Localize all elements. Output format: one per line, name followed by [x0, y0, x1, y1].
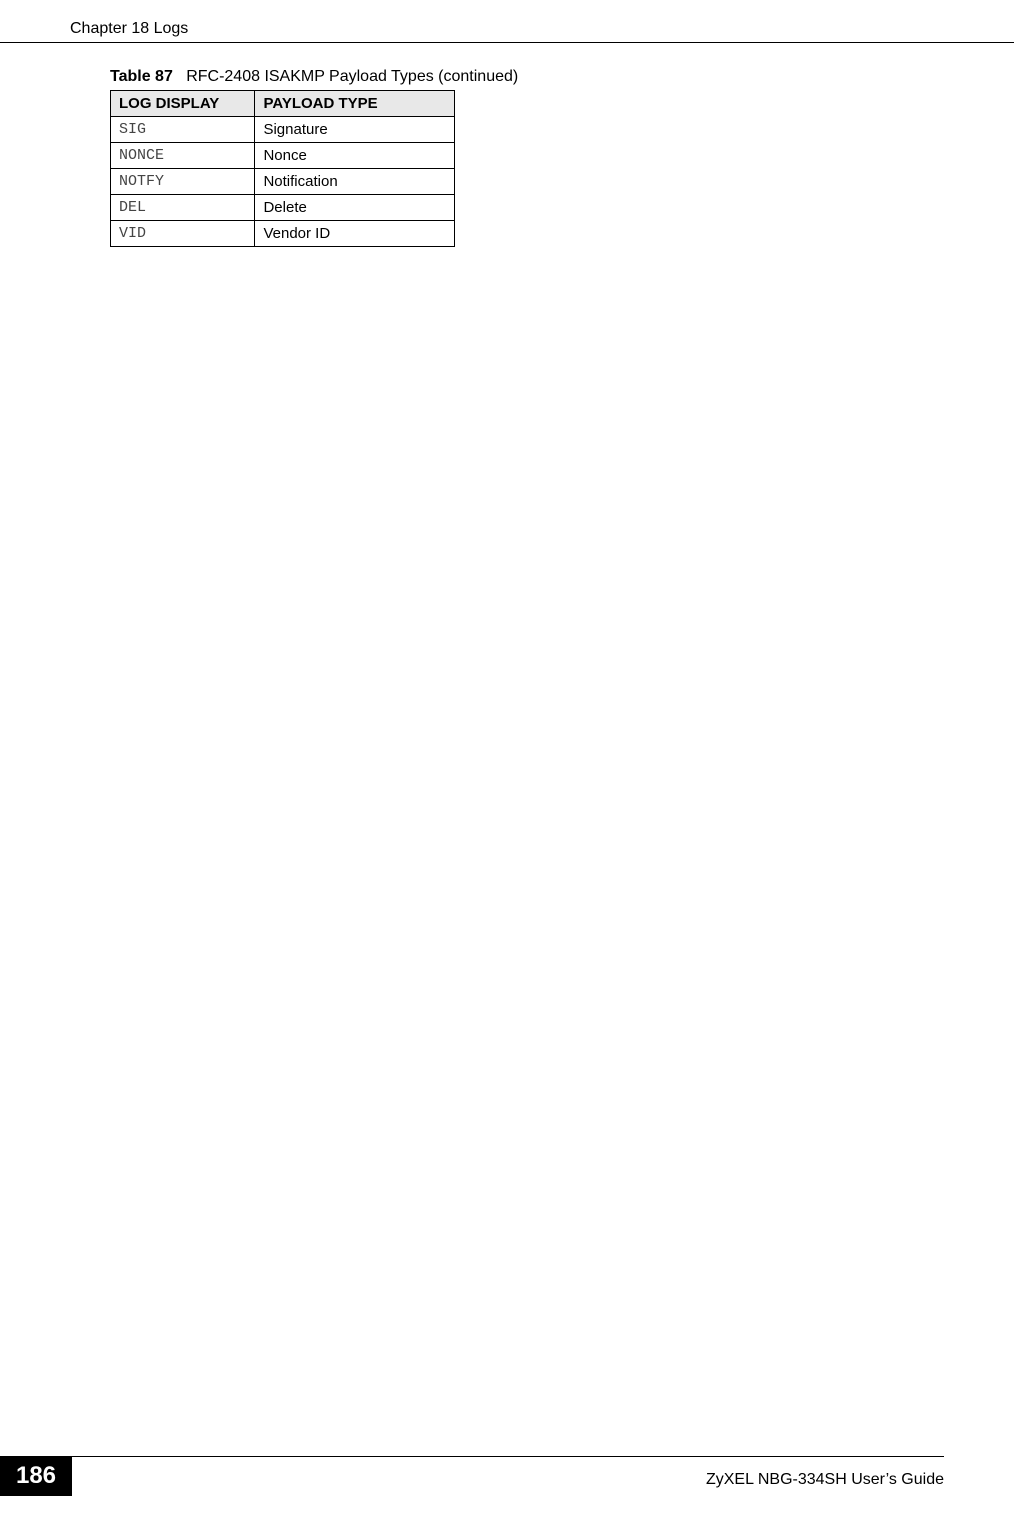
table-row: DEL Delete	[111, 195, 455, 221]
cell-payload: Delete	[255, 195, 455, 221]
chapter-title: Chapter 18 Logs	[70, 20, 188, 38]
cell-log: DEL	[111, 195, 255, 221]
cell-payload: Signature	[255, 117, 455, 143]
table-title: RFC-2408 ISAKMP Payload Types (continued…	[186, 68, 518, 85]
page-container: Chapter 18 Logs Table 87 RFC-2408 ISAKMP…	[0, 0, 1014, 1524]
footer-line: 186 ZyXEL NBG-334SH User’s Guide	[70, 1456, 944, 1496]
table-row: NONCE Nonce	[111, 143, 455, 169]
payload-types-table: LOG DISPLAY PAYLOAD TYPE SIG Signature N…	[110, 90, 455, 247]
guide-name: ZyXEL NBG-334SH User’s Guide	[706, 1465, 944, 1489]
header-payload-type: PAYLOAD TYPE	[255, 91, 455, 117]
table-caption: Table 87 RFC-2408 ISAKMP Payload Types (…	[110, 68, 1014, 86]
content-area: Table 87 RFC-2408 ISAKMP Payload Types (…	[0, 43, 1014, 247]
cell-payload: Vendor ID	[255, 221, 455, 247]
page-header: Chapter 18 Logs	[0, 0, 1014, 43]
page-number: 186	[0, 1456, 72, 1496]
header-log-display: LOG DISPLAY	[111, 91, 255, 117]
cell-payload: Notification	[255, 169, 455, 195]
cell-log: VID	[111, 221, 255, 247]
cell-payload: Nonce	[255, 143, 455, 169]
table-row: SIG Signature	[111, 117, 455, 143]
table-number: Table 87	[110, 68, 173, 85]
table-row: VID Vendor ID	[111, 221, 455, 247]
cell-log: NONCE	[111, 143, 255, 169]
page-footer: 186 ZyXEL NBG-334SH User’s Guide	[0, 1456, 1014, 1496]
cell-log: SIG	[111, 117, 255, 143]
table-row: NOTFY Notification	[111, 169, 455, 195]
cell-log: NOTFY	[111, 169, 255, 195]
table-header-row: LOG DISPLAY PAYLOAD TYPE	[111, 91, 455, 117]
